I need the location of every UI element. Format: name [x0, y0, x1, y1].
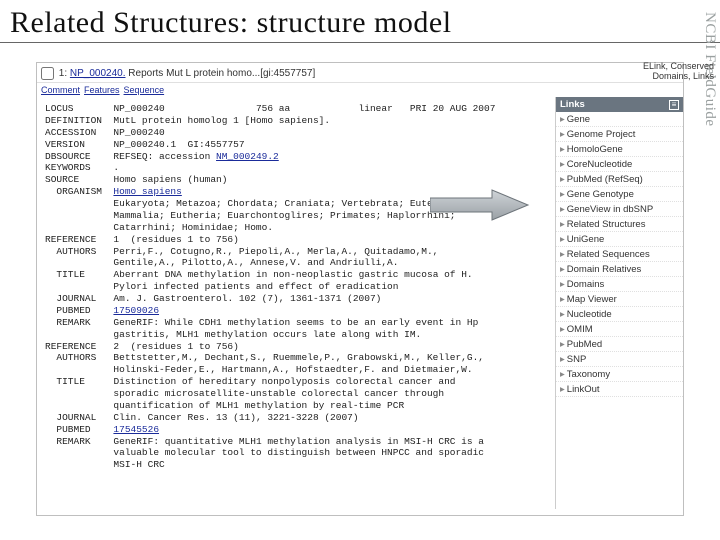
chevron-right-icon: ▸ — [560, 309, 565, 320]
chevron-right-icon: ▸ — [560, 354, 565, 365]
header-summary: Mut L protein homo...[gi:4557757] — [166, 68, 315, 79]
chevron-right-icon: ▸ — [560, 219, 565, 230]
chevron-right-icon: ▸ — [560, 234, 565, 245]
elink-box: ELink, Conserved Domains, Links — [643, 62, 714, 82]
sidebar-item[interactable]: ▸Gene Genotype — [556, 187, 683, 202]
slide-title: Related Structures: structure model — [0, 0, 720, 43]
sidebar-item[interactable]: ▸GeneView in dbSNP — [556, 202, 683, 217]
sidebar-item[interactable]: ▸Domain Relatives — [556, 262, 683, 277]
chevron-right-icon: ▸ — [560, 339, 565, 350]
chevron-right-icon: ▸ — [560, 264, 565, 275]
pubmed-link-1[interactable]: 17509026 — [113, 305, 159, 316]
record-panel: 1: NP_000240. Reports Mut L protein homo… — [36, 62, 684, 516]
sidebar-item[interactable]: ▸PubMed (RefSeq) — [556, 172, 683, 187]
sidebar-item[interactable]: ▸SNP — [556, 352, 683, 367]
flatfile-record: LOCUS NP_000240 756 aa linear PRI 20 AUG… — [37, 97, 555, 509]
chevron-right-icon: ▸ — [560, 384, 565, 395]
reports-label: Reports — [128, 68, 163, 79]
accession-link[interactable]: NP_000240. — [70, 68, 126, 79]
pubmed-link-2[interactable]: 17545526 — [113, 424, 159, 435]
links-sidebar: Links ≡ ▸Gene▸Genome Project▸HomoloGene▸… — [555, 97, 683, 509]
sidebar-item[interactable]: ▸Taxonomy — [556, 367, 683, 382]
sidebar-item[interactable]: ▸LinkOut — [556, 382, 683, 397]
chevron-right-icon: ▸ — [560, 369, 565, 380]
sidebar-item[interactable]: ▸Gene — [556, 112, 683, 127]
header-index: 1: — [59, 68, 67, 79]
chevron-right-icon: ▸ — [560, 294, 565, 305]
chevron-right-icon: ▸ — [560, 249, 565, 260]
chevron-right-icon: ▸ — [560, 324, 565, 335]
chevron-right-icon: ▸ — [560, 189, 565, 200]
sidebar-item[interactable]: ▸OMIM — [556, 322, 683, 337]
sidebar-item[interactable]: ▸Genome Project — [556, 127, 683, 142]
sidebar-item[interactable]: ▸CoreNucleotide — [556, 157, 683, 172]
sidebar-item[interactable]: ▸Nucleotide — [556, 307, 683, 322]
tab-comment[interactable]: Comment — [41, 85, 80, 95]
view-tabs: Comment Features Sequence — [37, 83, 683, 97]
chevron-right-icon: ▸ — [560, 144, 565, 155]
chevron-right-icon: ▸ — [560, 174, 565, 185]
sidebar-item[interactable]: ▸UniGene — [556, 232, 683, 247]
chevron-right-icon: ▸ — [560, 279, 565, 290]
select-checkbox[interactable] — [41, 67, 54, 80]
chevron-right-icon: ▸ — [560, 159, 565, 170]
organism-link[interactable]: Homo sapiens — [113, 186, 181, 197]
tab-features[interactable]: Features — [84, 85, 120, 95]
sidebar-item[interactable]: ▸HomoloGene — [556, 142, 683, 157]
sidebar-item[interactable]: ▸Map Viewer — [556, 292, 683, 307]
sidebar-item[interactable]: ▸Related Structures — [556, 217, 683, 232]
sidebar-toggle-icon[interactable]: ≡ — [669, 100, 679, 110]
sidebar-item[interactable]: ▸Domains — [556, 277, 683, 292]
sidebar-list: ▸Gene▸Genome Project▸HomoloGene▸CoreNucl… — [556, 112, 683, 397]
tab-sequence[interactable]: Sequence — [124, 85, 165, 95]
chevron-right-icon: ▸ — [560, 114, 565, 125]
chevron-right-icon: ▸ — [560, 204, 565, 215]
chevron-right-icon: ▸ — [560, 129, 565, 140]
sidebar-item[interactable]: ▸Related Sequences — [556, 247, 683, 262]
sidebar-item[interactable]: ▸PubMed — [556, 337, 683, 352]
dbsource-link[interactable]: NM_000249.2 — [216, 151, 279, 162]
record-header: 1: NP_000240. Reports Mut L protein homo… — [37, 63, 683, 83]
sidebar-title: Links ≡ — [556, 97, 683, 112]
